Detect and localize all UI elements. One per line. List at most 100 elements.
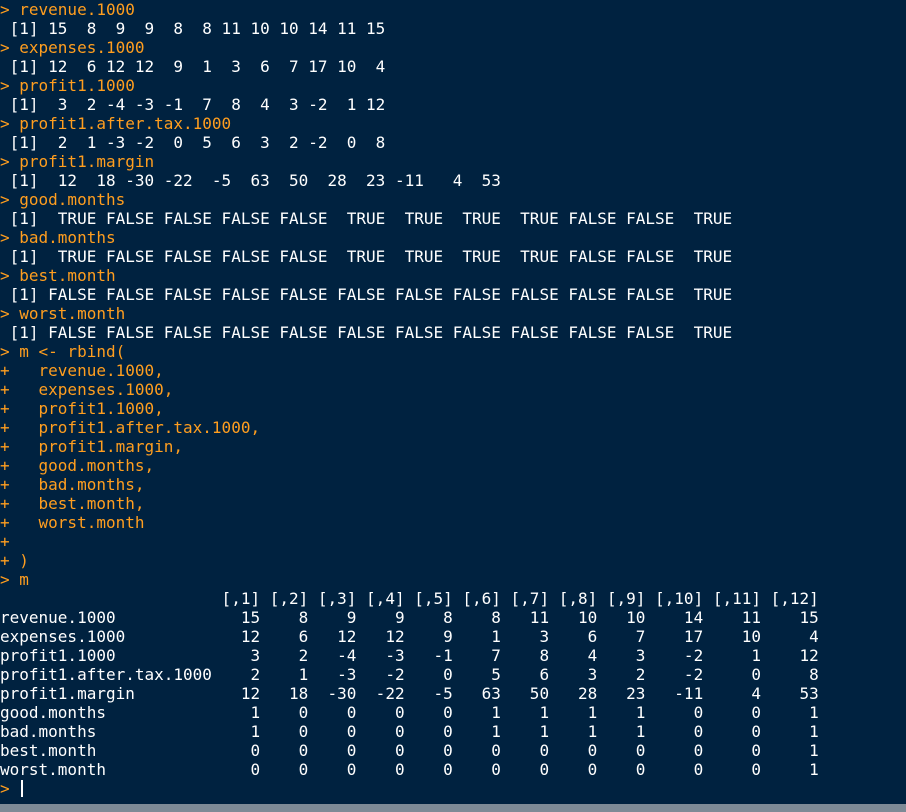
command-prompt: >	[0, 228, 20, 247]
command-text: m	[19, 570, 29, 589]
input-prompt: >	[0, 779, 20, 798]
console-command-line: + bad.months,	[0, 475, 906, 494]
continuation-prompt: +	[0, 494, 20, 513]
command-text: expenses.1000	[19, 38, 145, 57]
command-text: )	[19, 551, 29, 570]
output-text: [1] FALSE FALSE FALSE FALSE FALSE FALSE …	[0, 285, 733, 304]
console-command-line: + )	[0, 551, 906, 570]
command-text: expenses.1000,	[19, 380, 174, 399]
output-text: [1] 2 1 -3 -2 0 5 6 3 2 -2 0 8	[0, 133, 386, 152]
output-text: [1] 15 8 9 9 8 8 11 10 10 14 11 15	[0, 19, 386, 38]
continuation-prompt: +	[0, 475, 20, 494]
output-text: bad.months 1 0 0 0 0 1 1 1 1 0 0 1	[0, 722, 819, 741]
command-prompt: >	[0, 114, 20, 133]
continuation-prompt: +	[0, 551, 20, 570]
console-output-line: bad.months 1 0 0 0 0 1 1 1 1 0 0 1	[0, 722, 906, 741]
console-command-line: > good.months	[0, 190, 906, 209]
command-text: profit1.margin,	[19, 437, 184, 456]
console-output-line: good.months 1 0 0 0 0 1 1 1 1 0 0 1	[0, 703, 906, 722]
output-text: [1] FALSE FALSE FALSE FALSE FALSE FALSE …	[0, 323, 733, 342]
output-text: profit1.margin 12 18 -30 -22 -5 63 50 28…	[0, 684, 819, 703]
console-output-line: profit1.after.tax.1000 2 1 -3 -2 0 5 6 3…	[0, 665, 906, 684]
console-output-line: [1] FALSE FALSE FALSE FALSE FALSE FALSE …	[0, 285, 906, 304]
console-command-line: > profit1.after.tax.1000	[0, 114, 906, 133]
console-input-line[interactable]: >	[0, 779, 906, 798]
console-command-line: > profit1.margin	[0, 152, 906, 171]
command-prompt: >	[0, 570, 20, 589]
console-command-line: + expenses.1000,	[0, 380, 906, 399]
command-text: profit1.1000,	[19, 399, 164, 418]
console-output-line: best.month 0 0 0 0 0 0 0 0 0 0 0 1	[0, 741, 906, 760]
console-command-line: > m <- rbind(	[0, 342, 906, 361]
command-text: profit1.1000	[19, 76, 135, 95]
console-output-line: [1] 3 2 -4 -3 -1 7 8 4 3 -2 1 12	[0, 95, 906, 114]
window-bottom-edge	[0, 804, 906, 812]
output-text: expenses.1000 12 6 12 12 9 1 3 6 7 17 10…	[0, 627, 819, 646]
console-command-line: + profit1.after.tax.1000,	[0, 418, 906, 437]
console-command-line: > m	[0, 570, 906, 589]
console-command-line: > worst.month	[0, 304, 906, 323]
output-text: revenue.1000 15 8 9 9 8 8 11 10 10 14 11…	[0, 608, 819, 627]
command-text: best.month,	[19, 494, 145, 513]
command-text: bad.months	[19, 228, 116, 247]
command-prompt: >	[0, 266, 20, 285]
continuation-prompt: +	[0, 418, 20, 437]
console-command-line: > profit1.1000	[0, 76, 906, 95]
console-command-line: > bad.months	[0, 228, 906, 247]
console-command-line: + revenue.1000,	[0, 361, 906, 380]
output-text: [1] 12 18 -30 -22 -5 63 50 28 23 -11 4 5…	[0, 171, 501, 190]
command-text: revenue.1000	[19, 0, 135, 19]
command-prompt: >	[0, 190, 20, 209]
command-text: revenue.1000,	[19, 361, 164, 380]
command-text: bad.months,	[19, 475, 145, 494]
console-output-line: [1] 12 18 -30 -22 -5 63 50 28 23 -11 4 5…	[0, 171, 906, 190]
console-output-line: [1] FALSE FALSE FALSE FALSE FALSE FALSE …	[0, 323, 906, 342]
r-console[interactable]: > revenue.1000 [1] 15 8 9 9 8 8 11 10 10…	[0, 0, 906, 812]
continuation-prompt: +	[0, 380, 20, 399]
command-text: profit1.after.tax.1000	[19, 114, 232, 133]
console-output-line: worst.month 0 0 0 0 0 0 0 0 0 0 0 1	[0, 760, 906, 779]
command-text: good.months	[19, 190, 126, 209]
console-command-line: > expenses.1000	[0, 38, 906, 57]
command-text: profit1.margin	[19, 152, 155, 171]
command-text: worst.month	[19, 513, 145, 532]
console-output-line: [1] 15 8 9 9 8 8 11 10 10 14 11 15	[0, 19, 906, 38]
command-prompt: >	[0, 38, 20, 57]
console-command-line: + profit1.margin,	[0, 437, 906, 456]
output-text: best.month 0 0 0 0 0 0 0 0 0 0 0 1	[0, 741, 819, 760]
command-prompt: >	[0, 342, 20, 361]
command-text: m <- rbind(	[19, 342, 126, 361]
console-command-line: + good.months,	[0, 456, 906, 475]
text-cursor	[21, 780, 24, 797]
output-text: worst.month 0 0 0 0 0 0 0 0 0 0 0 1	[0, 760, 819, 779]
command-prompt: >	[0, 76, 20, 95]
output-text: good.months 1 0 0 0 0 1 1 1 1 0 0 1	[0, 703, 819, 722]
continuation-prompt: +	[0, 513, 20, 532]
command-text: profit1.after.tax.1000,	[19, 418, 261, 437]
console-command-line: +	[0, 532, 906, 551]
console-output-line: expenses.1000 12 6 12 12 9 1 3 6 7 17 10…	[0, 627, 906, 646]
console-output-line: [,1] [,2] [,3] [,4] [,5] [,6] [,7] [,8] …	[0, 589, 906, 608]
output-text: [1] 3 2 -4 -3 -1 7 8 4 3 -2 1 12	[0, 95, 386, 114]
command-prompt: >	[0, 304, 20, 323]
console-output-line: profit1.margin 12 18 -30 -22 -5 63 50 28…	[0, 684, 906, 703]
console-output-line: revenue.1000 15 8 9 9 8 8 11 10 10 14 11…	[0, 608, 906, 627]
console-output-line: [1] TRUE FALSE FALSE FALSE FALSE TRUE TR…	[0, 247, 906, 266]
console-command-line: + worst.month	[0, 513, 906, 532]
console-output-line: profit1.1000 3 2 -4 -3 -1 7 8 4 3 -2 1 1…	[0, 646, 906, 665]
output-text: [1] 12 6 12 12 9 1 3 6 7 17 10 4	[0, 57, 386, 76]
continuation-prompt: +	[0, 437, 20, 456]
command-prompt: >	[0, 152, 20, 171]
console-output-line: [1] TRUE FALSE FALSE FALSE FALSE TRUE TR…	[0, 209, 906, 228]
command-text: worst.month	[19, 304, 126, 323]
console-command-line: > revenue.1000	[0, 0, 906, 19]
console-command-line: + best.month,	[0, 494, 906, 513]
continuation-prompt: +	[0, 456, 20, 475]
console-output-line: [1] 12 6 12 12 9 1 3 6 7 17 10 4	[0, 57, 906, 76]
console-output-line: [1] 2 1 -3 -2 0 5 6 3 2 -2 0 8	[0, 133, 906, 152]
console-command-line: + profit1.1000,	[0, 399, 906, 418]
output-text: profit1.1000 3 2 -4 -3 -1 7 8 4 3 -2 1 1…	[0, 646, 819, 665]
output-text: profit1.after.tax.1000 2 1 -3 -2 0 5 6 3…	[0, 665, 819, 684]
command-text: good.months,	[19, 456, 155, 475]
output-text: [1] TRUE FALSE FALSE FALSE FALSE TRUE TR…	[0, 209, 733, 228]
